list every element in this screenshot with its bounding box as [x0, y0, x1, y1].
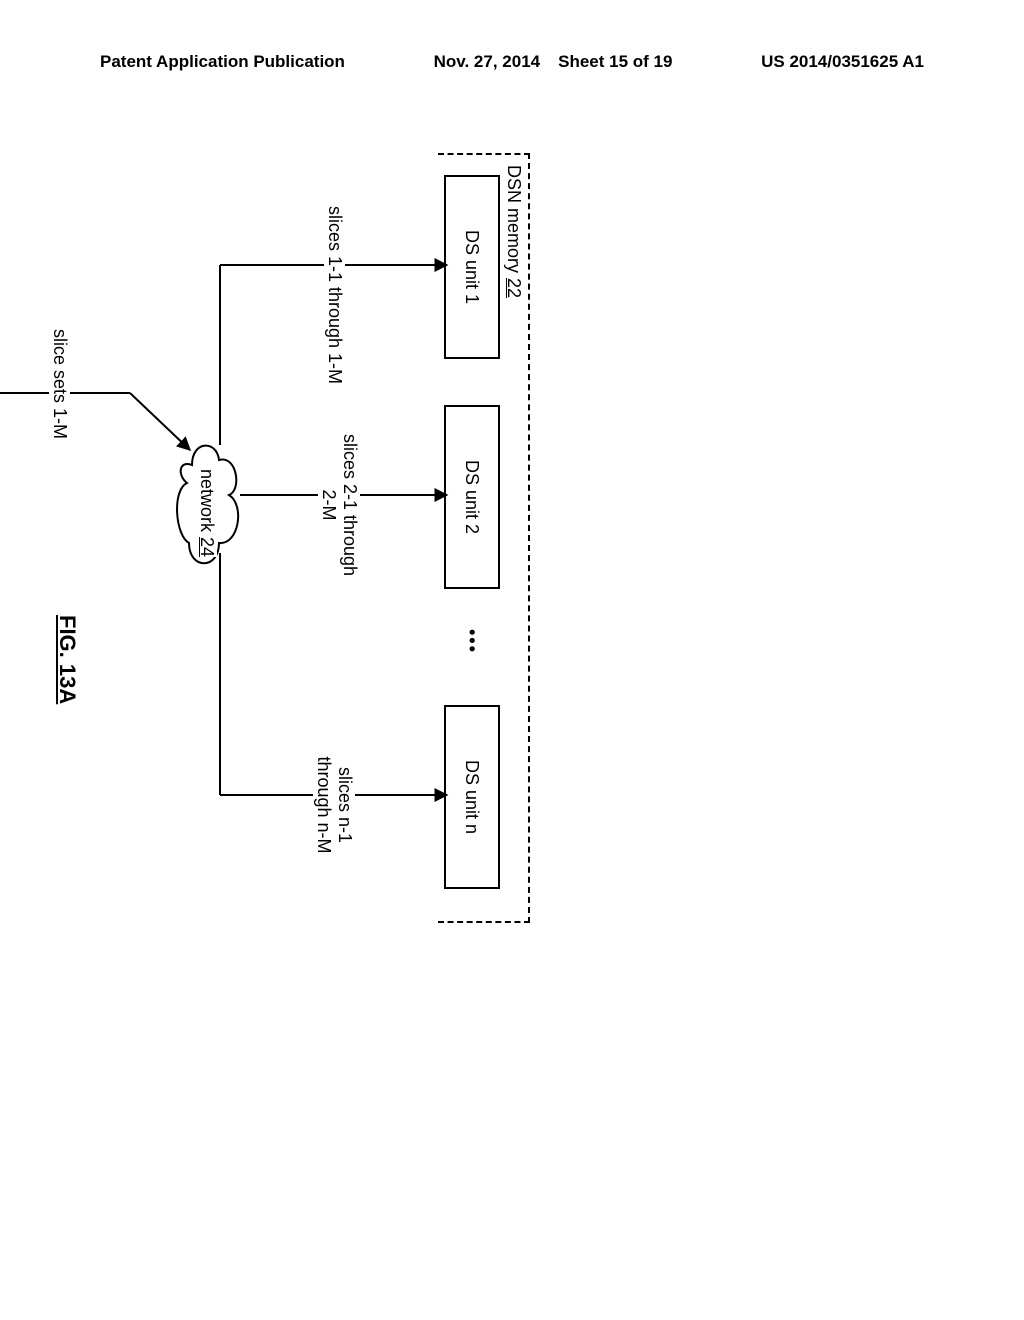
header-pubnum: US 2014/0351625 A1 — [761, 52, 924, 72]
network-cloud: network 24 — [162, 435, 247, 575]
header-sheet: Sheet 15 of 19 — [558, 52, 672, 72]
figure-label: FIG. 13A — [54, 615, 80, 704]
diagram-arrows — [0, 125, 510, 1055]
slices-2-label: slices 2-1 through 2-M — [318, 425, 360, 585]
header-left: Patent Application Publication — [100, 52, 345, 72]
header-date: Nov. 27, 2014 — [434, 52, 540, 72]
slice-sets-out-label: slice sets 1-M — [49, 329, 70, 439]
figure-13a: DSN memory 22 DS unit 1 DS unit 2 ••• DS… — [100, 180, 920, 1110]
slices-1-label: slices 1-1 through 1-M — [324, 195, 345, 395]
page-header: Patent Application Publication Nov. 27, … — [100, 52, 924, 72]
network-label: network 24 — [196, 469, 217, 557]
slices-n-label: slices n-1 through n-M — [313, 725, 355, 885]
